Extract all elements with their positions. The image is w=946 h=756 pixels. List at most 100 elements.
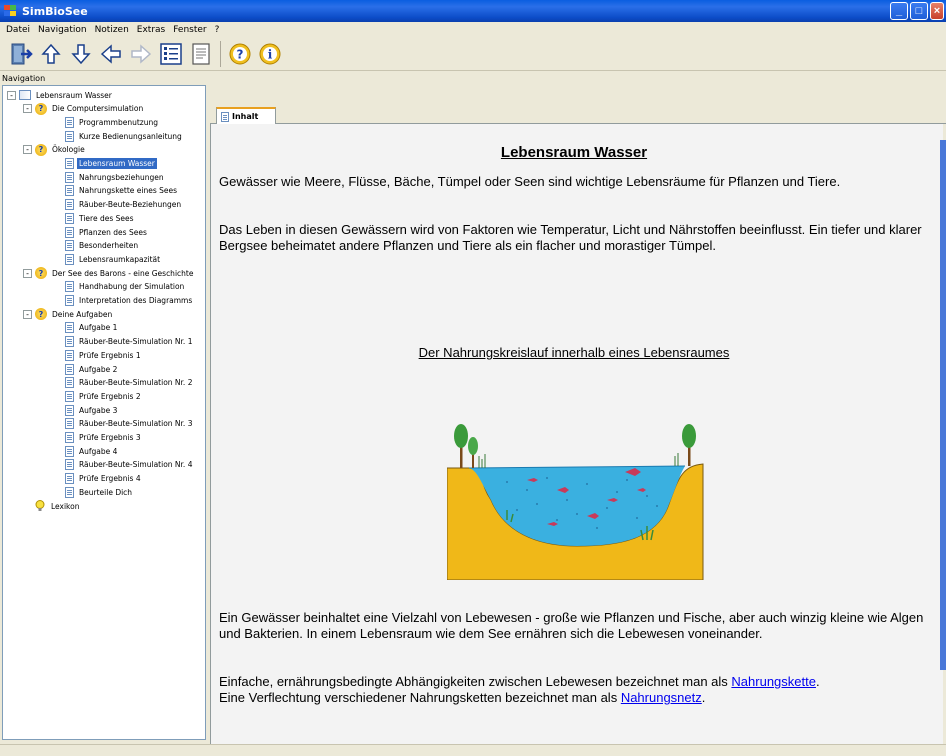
tree-item[interactable]: Pflanzen des Sees (65, 226, 149, 238)
tree-expander-icon[interactable]: - (23, 104, 32, 114)
arrow-right-icon (131, 43, 152, 64)
window-title: SimBioSee (22, 4, 88, 18)
tree-item[interactable]: Räuber-Beute-Simulation Nr. 3 (65, 418, 194, 430)
document-icon (65, 404, 74, 416)
paragraph-nahrungskette: Einfache, ernährungsbedingte Abhängigkei… (219, 674, 937, 690)
nahrungskette-link[interactable]: Nahrungskette (731, 674, 816, 689)
nav-down-button[interactable] (68, 41, 94, 67)
nahrungskette-period: . (815, 674, 820, 689)
tree-item[interactable]: Prüfe Ergebnis 1 (65, 349, 143, 361)
tree-item-label: Beurteile Dich (79, 487, 133, 497)
tree-item[interactable]: Programmbenutzung (65, 116, 160, 128)
minimize-button[interactable]: _ (890, 2, 908, 20)
tree-item-label: Aufgabe 1 (79, 323, 118, 333)
document-icon (65, 445, 74, 457)
tree-item[interactable]: Interpretation des Diagramms (65, 295, 194, 307)
menu-navigation[interactable]: Navigation (34, 25, 91, 35)
tree-expander-icon[interactable]: - (23, 268, 32, 278)
tree-item[interactable]: Beurteile Dich (65, 486, 134, 498)
document-icon (65, 336, 74, 348)
svg-text:i: i (268, 47, 273, 61)
tree-item[interactable]: Nahrungsbeziehungen (65, 171, 166, 183)
status-bar (0, 744, 946, 756)
tree-item[interactable]: Aufgabe 2 (65, 363, 119, 375)
help-button[interactable]: ? (227, 41, 253, 67)
content-scrollbar[interactable] (940, 140, 946, 670)
document-icon (65, 171, 74, 183)
nav-back-button[interactable] (98, 41, 124, 67)
tree-item[interactable]: Prüfe Ergebnis 3 (65, 432, 143, 444)
tree-item[interactable]: Aufgabe 3 (65, 404, 119, 416)
nav-up-button[interactable] (38, 41, 64, 67)
tree-item[interactable]: Räuber-Beute-Simulation Nr. 2 (65, 377, 194, 389)
document-icon (65, 226, 74, 238)
tree-item-label: Der See des Barons - eine Geschichte (52, 268, 194, 278)
book-icon (19, 90, 31, 100)
tree-item[interactable]: Handhabung der Simulation (65, 281, 186, 293)
document-icon (65, 486, 74, 498)
tree-item[interactable]: Nahrungskette eines Sees (65, 185, 179, 197)
subheading-nahrungskreislauf: Der Nahrungskreislauf innerhalb eines Le… (418, 345, 730, 360)
tree-expander-icon[interactable]: - (23, 309, 32, 319)
nav-forward-button[interactable] (128, 41, 154, 67)
document-icon (65, 322, 74, 334)
paragraph-lebewesen: Ein Gewässer beinhaltet eine Vielzahl vo… (219, 610, 924, 641)
document-button[interactable] (188, 41, 214, 67)
paragraph-nahrungsnetz: Eine Verflechtung verschiedener Nahrungs… (219, 690, 937, 706)
tree-item[interactable]: Besonderheiten (65, 240, 140, 252)
tree-item[interactable]: Räuber-Beute-Beziehungen (65, 199, 183, 211)
tree-item[interactable]: ? Ökologie (35, 143, 87, 156)
nahrungsnetz-period: . (701, 690, 706, 705)
tab-inhalt[interactable]: Inhalt (216, 107, 276, 124)
tree-item-label: Prüfe Ergebnis 3 (79, 433, 141, 442)
help-topic-icon: ? (35, 143, 47, 156)
tree-item[interactable]: Tiere des Sees (65, 212, 136, 224)
nahrungsnetz-link[interactable]: Nahrungsnetz (621, 690, 702, 705)
content-heading: Lebensraum Wasser (500, 144, 648, 161)
help-topic-icon: ? (35, 308, 47, 321)
toolbar-separator (220, 40, 221, 67)
tree-view-icon (160, 42, 182, 65)
lake-illustration (447, 424, 704, 580)
tree-item[interactable]: Aufgabe 1 (65, 322, 119, 334)
menu-datei[interactable]: Datei (2, 25, 34, 35)
tree-item[interactable]: ? Der See des Barons - eine Geschichte (35, 267, 195, 280)
tree-item[interactable]: Lebensraum Wasser (65, 158, 157, 170)
tree-item[interactable]: ? Deine Aufgaben (35, 308, 114, 321)
app-icon (4, 5, 18, 17)
tree-item[interactable]: Lebensraum Wasser (19, 89, 114, 101)
info-button[interactable]: i (257, 41, 283, 67)
tree-item[interactable]: ? Die Computersimulation (35, 102, 145, 115)
tree-item[interactable]: Lebensraumkapazität (65, 253, 162, 265)
paragraph-factors: Das Leben in diesen Gewässern wird von F… (219, 222, 922, 253)
tree-item-label: Programmbenutzung (79, 117, 158, 127)
tree-item[interactable]: Prüfe Ergebnis 4 (65, 473, 143, 485)
document-icon (65, 432, 74, 443)
menu-fenster[interactable]: Fenster (169, 25, 210, 35)
tree-item[interactable]: Prüfe Ergebnis 2 (65, 390, 143, 402)
help-icon: ? (229, 43, 251, 64)
close-button[interactable]: × (930, 2, 944, 20)
maximize-button[interactable]: □ (910, 2, 928, 20)
menu-help[interactable]: ? (211, 25, 224, 35)
exit-button[interactable] (8, 41, 34, 67)
tree-item[interactable]: Lexikon (35, 500, 81, 512)
tree-expander-icon[interactable]: - (23, 145, 32, 155)
help-topic-icon: ? (35, 267, 47, 280)
nahrungskette-text: Einfache, ernährungsbedingte Abhängigkei… (219, 674, 732, 689)
document-icon (65, 281, 74, 293)
document-icon (65, 377, 74, 389)
document-icon (192, 42, 210, 65)
tree-item-label: Nahrungskette eines Sees (79, 186, 178, 196)
tree-item[interactable]: Aufgabe 4 (65, 445, 119, 457)
tree-view-button[interactable] (158, 41, 184, 67)
tree-expander-icon[interactable]: - (7, 90, 16, 100)
tree-item[interactable]: Räuber-Beute-Simulation Nr. 1 (65, 336, 194, 348)
tree-item-label: Räuber-Beute-Simulation Nr. 3 (79, 419, 193, 429)
tree-item-label: Deine Aufgaben (52, 309, 113, 319)
menu-notizen[interactable]: Notizen (91, 25, 133, 35)
tree-item[interactable]: Kurze Bedienungsanleitung (65, 130, 184, 142)
menu-extras[interactable]: Extras (133, 25, 169, 35)
tree-item[interactable]: Räuber-Beute-Simulation Nr. 4 (65, 459, 194, 471)
tab-label: Inhalt (232, 112, 259, 121)
